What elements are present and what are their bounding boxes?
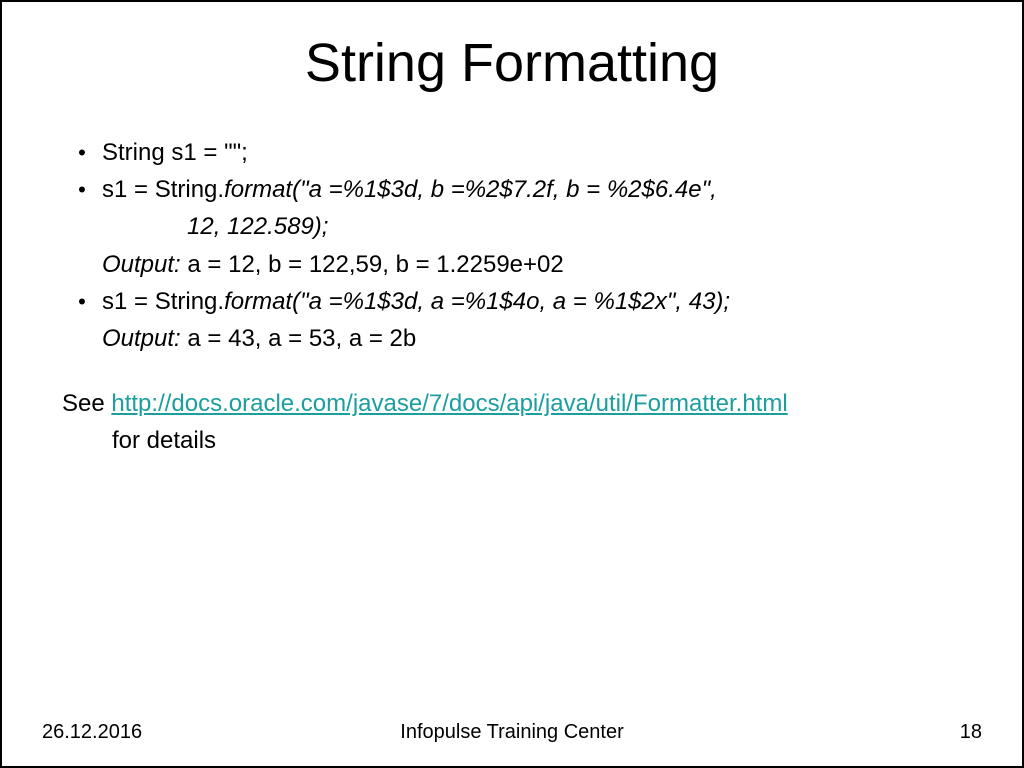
footer-date: 26.12.2016 <box>42 721 142 744</box>
bullet-icon <box>62 283 102 320</box>
output-line-1: Output: a = 12, b = 122,59, b = 1.2259e+… <box>62 246 962 283</box>
output-value: a = 43, a = 53, a = 2b <box>187 325 416 352</box>
footer-page: 18 <box>960 721 982 744</box>
output-value: a = 12, b = 122,59, b = 1.2259e+02 <box>187 251 563 278</box>
slide-title: String Formatting <box>2 32 1022 94</box>
slide-footer: Infopulse Training Center 26.12.2016 18 <box>2 721 1022 744</box>
bullet-icon <box>62 134 102 171</box>
continuation-line-1: 12, 122.589); <box>62 208 962 245</box>
code-text: s1 = String. <box>102 176 224 203</box>
bullet-line-1: String s1 = ""; <box>62 134 962 171</box>
code-line: String s1 = ""; <box>102 134 962 171</box>
bullet-line-3: s1 = String.format("a =%1$3d, a =%1$4o, … <box>62 283 962 320</box>
slide-content: String s1 = ""; s1 = String.format("a =%… <box>2 134 1022 460</box>
code-text-italic: format("a =%1$3d, a =%1$4o, a = %1$2x", … <box>224 288 730 315</box>
output-label: Output: <box>102 251 187 278</box>
see-block: See http://docs.oracle.com/javase/7/docs… <box>62 385 962 459</box>
docs-link[interactable]: http://docs.oracle.com/javase/7/docs/api… <box>111 390 787 417</box>
see-prefix: See <box>62 390 111 417</box>
bullet-icon <box>62 171 102 208</box>
output-text: Output: a = 12, b = 122,59, b = 1.2259e+… <box>102 246 962 283</box>
output-label: Output: <box>102 325 187 352</box>
code-line: s1 = String.format("a =%1$3d, a =%1$4o, … <box>102 283 962 320</box>
output-text: Output: a = 43, a = 53, a = 2b <box>102 320 962 357</box>
output-line-2: Output: a = 43, a = 53, a = 2b <box>62 320 962 357</box>
bullet-line-2: s1 = String.format("a =%1$3d, b =%2$7.2f… <box>62 171 962 208</box>
slide: String Formatting String s1 = ""; s1 = S… <box>0 0 1024 768</box>
code-text-italic: format("a =%1$3d, b =%2$7.2f, b = %2$6.4… <box>224 176 717 203</box>
code-line: 12, 122.589); <box>102 208 962 245</box>
code-line: s1 = String.format("a =%1$3d, b =%2$7.2f… <box>102 171 962 208</box>
code-text: s1 = String. <box>102 288 224 315</box>
footer-center: Infopulse Training Center <box>2 721 1022 744</box>
see-suffix: for details <box>62 422 962 459</box>
